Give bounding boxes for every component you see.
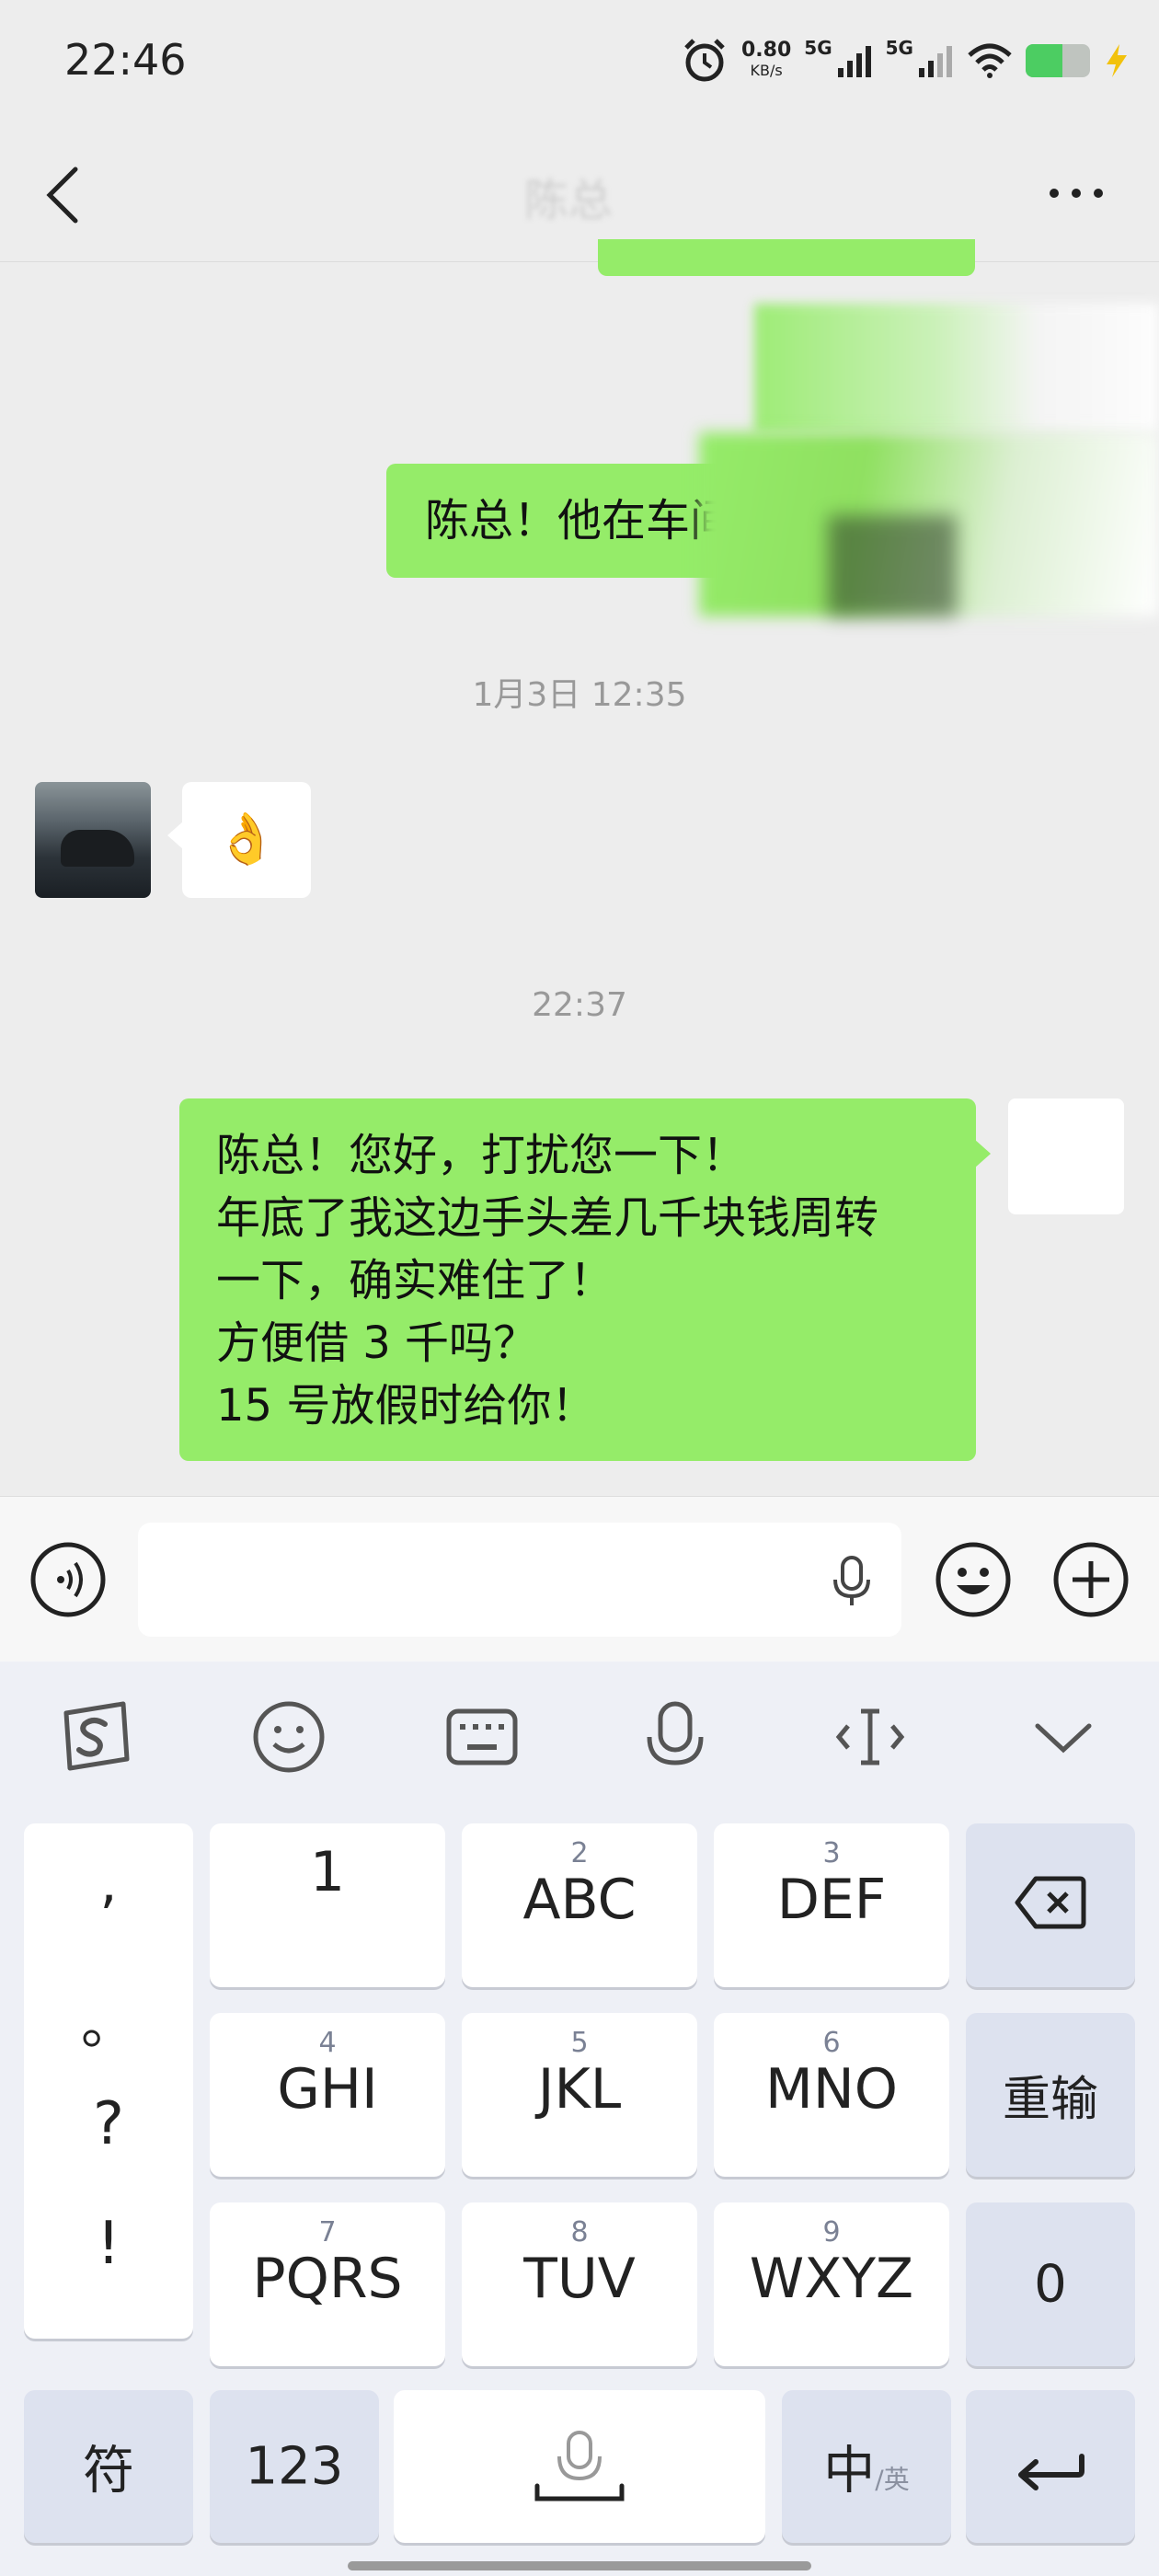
charging-bolt-icon bbox=[1106, 44, 1127, 77]
punctuation-panel[interactable]: , 。 ? ! bbox=[24, 1823, 193, 2339]
emoji-icon[interactable] bbox=[935, 1541, 1012, 1618]
cellular-signal-icon bbox=[837, 46, 871, 77]
input-bar bbox=[0, 1496, 1159, 1662]
lang-main: 中 bbox=[823, 2441, 876, 2501]
avatar[interactable] bbox=[1008, 1098, 1124, 1214]
message-bubble-received[interactable]: 👌 bbox=[167, 782, 311, 898]
keyboard: , 。 ? ! 1 2 ABC 3 DEF 4 GHI 5 JKL 6 MNO … bbox=[0, 1662, 1159, 2576]
chat-title: 陈总 bbox=[524, 175, 614, 226]
title-bar: 陈总 bbox=[0, 129, 1159, 262]
wifi-icon bbox=[968, 43, 1012, 78]
signal-2-label: 5G bbox=[885, 37, 913, 59]
message-bubble-sent[interactable]: 陈总！您好，打扰您一下！ 年底了我这边手头差几千块钱周转 一下，确实难住了！ 方… bbox=[179, 1098, 991, 1461]
message-text: 陈总！他在车间 bbox=[425, 495, 735, 546]
keyboard-toolbar bbox=[0, 1662, 1159, 1809]
timestamp: 1月3日 12:35 bbox=[472, 676, 687, 714]
message-input[interactable] bbox=[138, 1523, 901, 1637]
redacted-region bbox=[754, 304, 1159, 432]
status-bar: 22:46 0.80 KB/s 5G 5G bbox=[0, 0, 1159, 129]
keyboard-icon[interactable] bbox=[443, 1698, 521, 1776]
lang-sub: /英 bbox=[875, 2464, 910, 2495]
reenter-key[interactable]: 重输 bbox=[966, 2013, 1135, 2177]
message-line: 年底了我这边手头差几千块钱周转 bbox=[216, 1192, 879, 1244]
cellular-signal-icon bbox=[918, 46, 952, 77]
sogou-logo-icon[interactable] bbox=[57, 1698, 134, 1776]
net-speed: 0.80 KB/s bbox=[741, 40, 791, 81]
key-4-ghi[interactable]: 4 GHI bbox=[210, 2013, 445, 2177]
message-line: 15 号放假时给你！ bbox=[216, 1380, 596, 1432]
plus-icon[interactable] bbox=[1052, 1541, 1130, 1618]
redacted-region bbox=[828, 515, 957, 616]
message-line: 一下，确实难住了！ bbox=[216, 1255, 614, 1306]
chevron-down-icon[interactable] bbox=[1025, 1698, 1102, 1776]
enter-key[interactable] bbox=[966, 2390, 1135, 2543]
backspace-key[interactable] bbox=[966, 1823, 1135, 1987]
punct-key[interactable]: ! bbox=[24, 2210, 193, 2278]
punct-key[interactable]: 。 bbox=[24, 1980, 193, 2060]
message-text: 陈总！您好，打扰您一下！ 年底了我这边手头差几千块钱周转 一下，确实难住了！ 方… bbox=[216, 1124, 878, 1437]
voice-toggle-icon[interactable] bbox=[29, 1541, 107, 1618]
net-speed-value: 0.80 bbox=[741, 39, 792, 62]
language-switch-key[interactable]: 中/英 bbox=[782, 2390, 951, 2543]
message-line: 陈总！您好，打扰您一下！ bbox=[216, 1130, 747, 1181]
alarm-icon bbox=[684, 39, 725, 82]
key-1[interactable]: 1 bbox=[210, 1823, 445, 1987]
back-icon[interactable] bbox=[37, 162, 92, 228]
avatar[interactable] bbox=[35, 782, 151, 898]
battery-icon bbox=[1025, 44, 1090, 77]
mic-icon[interactable] bbox=[824, 1554, 879, 1609]
punct-key[interactable]: ? bbox=[24, 2090, 193, 2158]
key-3-def[interactable]: 3 DEF bbox=[714, 1823, 949, 1987]
key-8-tuv[interactable]: 8 TUV bbox=[462, 2202, 697, 2366]
message-line: 方便借 3 千吗？ bbox=[216, 1317, 538, 1369]
mic-space-icon bbox=[534, 2431, 625, 2501]
message-emoji: 👌 bbox=[215, 810, 278, 868]
timestamp: 22:37 bbox=[532, 986, 627, 1024]
space-key[interactable] bbox=[394, 2390, 765, 2543]
signal-1-label: 5G bbox=[804, 37, 832, 59]
mic-icon[interactable] bbox=[637, 1698, 714, 1776]
status-icons: 0.80 KB/s 5G 5G bbox=[681, 33, 1130, 88]
net-speed-unit: KB/s bbox=[750, 62, 783, 79]
more-icon[interactable] bbox=[1039, 175, 1113, 212]
key-0[interactable]: 0 bbox=[966, 2202, 1135, 2366]
message-bubble-sent[interactable] bbox=[598, 239, 975, 276]
symbol-key[interactable]: 符 bbox=[24, 2390, 193, 2543]
home-indicator[interactable] bbox=[348, 2561, 811, 2570]
emoji-icon[interactable] bbox=[250, 1698, 327, 1776]
key-6-mno[interactable]: 6 MNO bbox=[714, 2013, 949, 2177]
punct-key[interactable]: , bbox=[24, 1851, 193, 1915]
number-switch-key[interactable]: 123 bbox=[210, 2390, 379, 2543]
cursor-move-icon[interactable] bbox=[832, 1698, 909, 1776]
enter-icon bbox=[1018, 2454, 1084, 2490]
key-5-jkl[interactable]: 5 JKL bbox=[462, 2013, 697, 2177]
backspace-icon bbox=[1015, 1876, 1086, 1929]
key-7-pqrs[interactable]: 7 PQRS bbox=[210, 2202, 445, 2366]
key-9-wxyz[interactable]: 9 WXYZ bbox=[714, 2202, 949, 2366]
key-2-abc[interactable]: 2 ABC bbox=[462, 1823, 697, 1987]
status-time: 22:46 bbox=[64, 35, 187, 85]
